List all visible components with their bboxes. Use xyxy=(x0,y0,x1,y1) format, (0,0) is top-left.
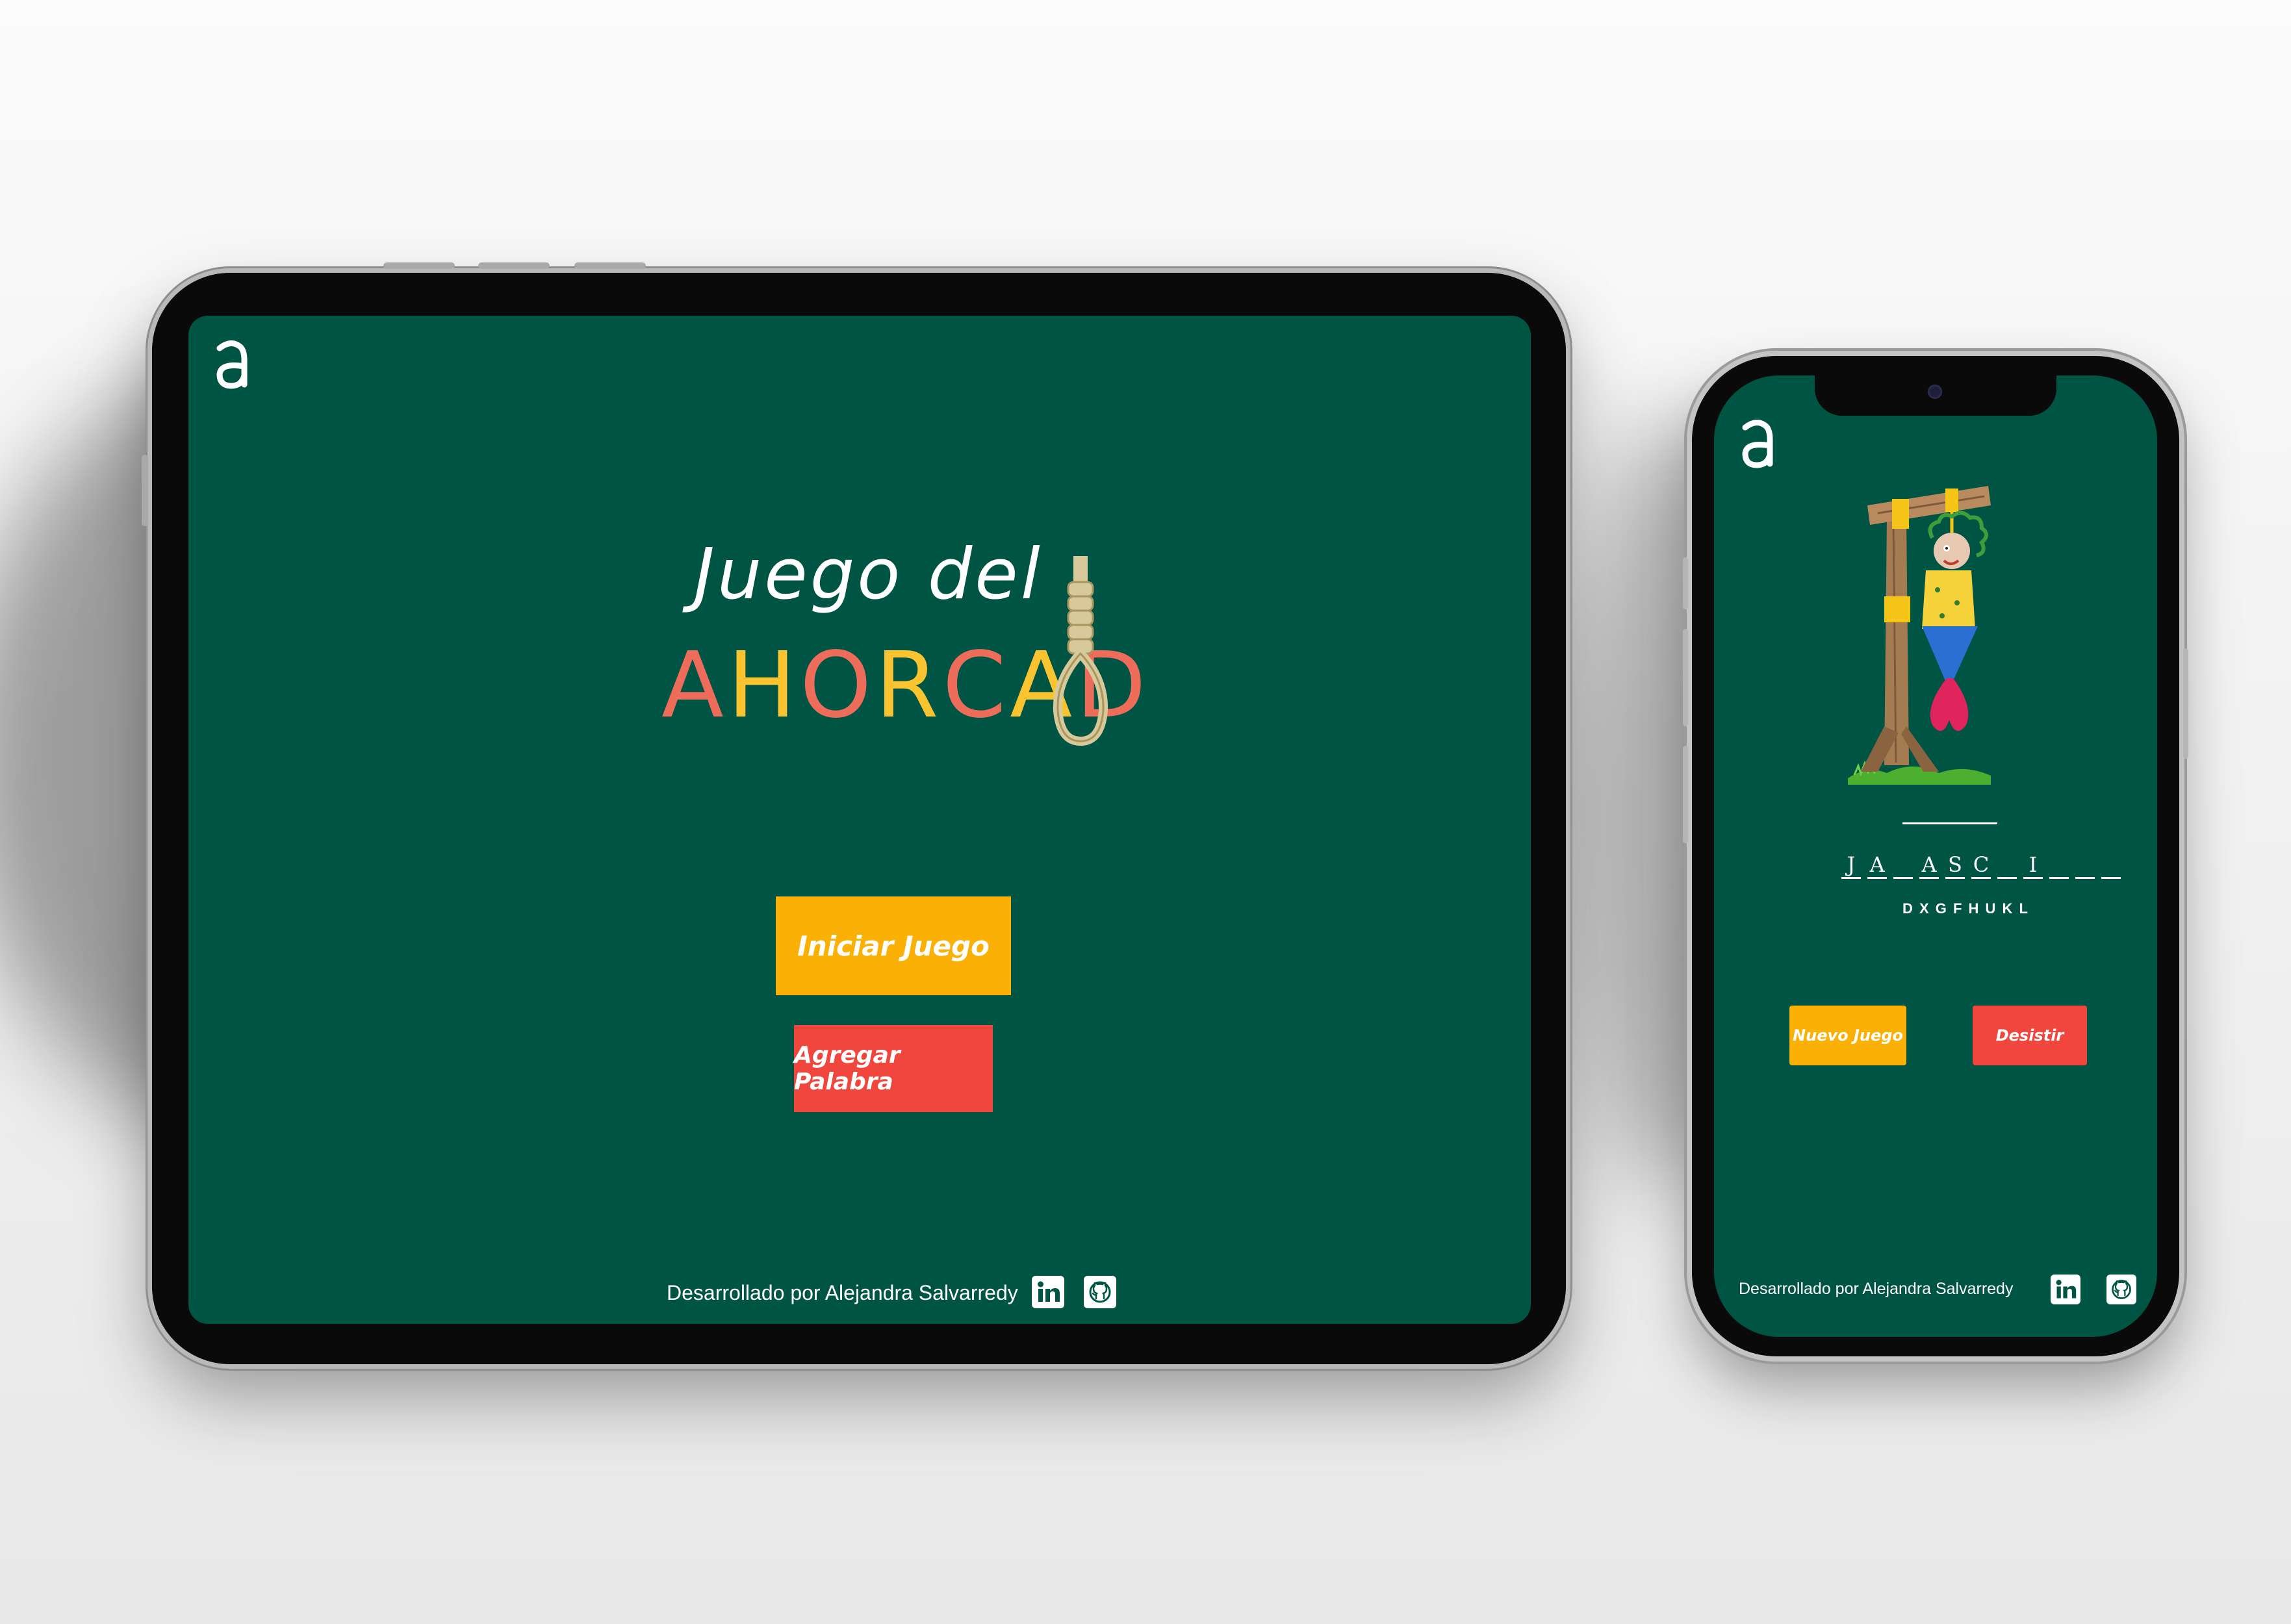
tablet-top-button-3 xyxy=(574,262,646,269)
site-logo[interactable] xyxy=(1737,413,1776,472)
phone-screen: J A A S C I D X G F H U K L Nuevo Juego … xyxy=(1714,375,2157,1337)
phone-device: J A A S C I D X G F H U K L Nuevo Juego … xyxy=(1683,356,2188,1356)
title-line-juego-del: Juego del xyxy=(694,534,1043,615)
phone-notch xyxy=(1815,375,2056,416)
tablet-top-button-2 xyxy=(478,262,550,269)
word-slot xyxy=(2075,852,2095,879)
ahorcado-letter: O xyxy=(800,633,876,739)
tablet-top-button-1 xyxy=(383,262,455,269)
phone-volume-button-3 xyxy=(1683,746,1688,843)
tablet-side-button xyxy=(142,455,148,526)
tablet-device: Juego del AHORCAD Iniciar Juego Agregar … xyxy=(142,262,1566,1364)
word-slot xyxy=(1893,852,1913,879)
footer-credit: Desarrollado por Alejandra Salvarredy xyxy=(667,1281,1018,1304)
word-slot: C xyxy=(1971,852,1991,879)
logo-a-icon xyxy=(1742,420,1773,468)
ahorcado-letter: H xyxy=(727,633,800,739)
word-slots: J A A S C I xyxy=(1841,852,2121,879)
word-slot xyxy=(2101,852,2121,879)
quit-button[interactable]: Desistir xyxy=(1973,1006,2087,1065)
ahorcado-letter: R xyxy=(875,633,943,739)
linkedin-icon[interactable] xyxy=(1032,1276,1064,1308)
phone-volume-button-2 xyxy=(1683,629,1688,726)
linkedin-icon[interactable] xyxy=(2051,1275,2080,1304)
github-icon[interactable] xyxy=(2106,1275,2136,1304)
word-slot: A xyxy=(1919,852,1939,879)
site-logo[interactable] xyxy=(212,334,251,392)
footer-credit: Desarrollado por Alejandra Salvarredy xyxy=(1739,1280,2014,1298)
hangman-illustration xyxy=(1848,486,1991,785)
noose-icon xyxy=(1053,556,1108,746)
start-game-button[interactable]: Iniciar Juego xyxy=(776,896,1011,995)
word-slot: J xyxy=(1841,852,1861,879)
word-slot xyxy=(1997,852,2017,879)
word-slot: A xyxy=(1867,852,1887,879)
camera-icon xyxy=(1928,385,1942,399)
logo-a-icon xyxy=(216,340,248,389)
add-word-button[interactable]: Agregar Palabra xyxy=(794,1025,993,1112)
tablet-screen: Juego del AHORCAD Iniciar Juego Agregar … xyxy=(188,316,1531,1324)
github-icon[interactable] xyxy=(1084,1276,1116,1308)
ahorcado-letter: A xyxy=(661,633,728,739)
word-slot xyxy=(2049,852,2069,879)
wrong-letters: D X G F H U K L xyxy=(1902,900,2029,917)
phone-volume-button-1 xyxy=(1683,557,1688,609)
wrong-attempts-line xyxy=(1902,822,1997,824)
word-slot: I xyxy=(2023,852,2043,879)
word-slot: S xyxy=(1945,852,1965,879)
ahorcado-letter: C xyxy=(942,633,1010,739)
new-game-button[interactable]: Nuevo Juego xyxy=(1789,1006,1906,1065)
phone-power-button xyxy=(2183,648,2188,759)
